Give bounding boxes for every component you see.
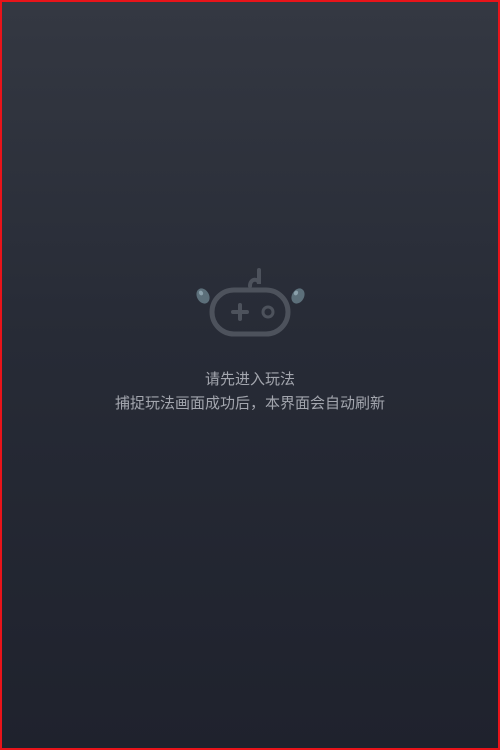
sad-gamepad-icon (175, 264, 325, 346)
enter-game-hint: 请先进入玩法 (204, 370, 295, 388)
auto-refresh-hint: 捕捉玩法画面成功后，本界面会自动刷新 (114, 394, 385, 412)
app-window: 请先进入玩法 捕捉玩法画面成功后，本界面会自动刷新 (0, 0, 500, 750)
empty-state: 请先进入玩法 捕捉玩法画面成功后，本界面会自动刷新 (2, 264, 498, 414)
